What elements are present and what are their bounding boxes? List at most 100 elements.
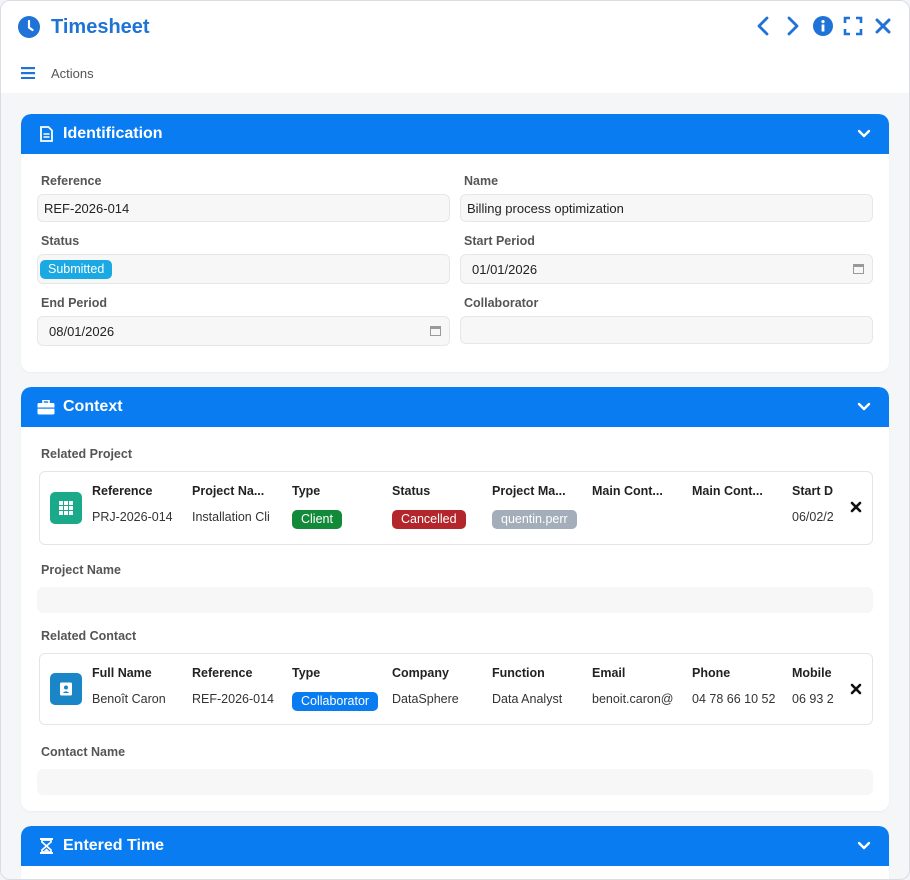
contact-col-full-name: Full Name Benoît Caron bbox=[92, 666, 192, 712]
chevron-down-icon[interactable] bbox=[857, 400, 871, 414]
contact-col-type: Type Collaborator bbox=[292, 666, 392, 712]
project-reference-value: PRJ-2026-014 bbox=[92, 510, 173, 524]
project-header-start: Start D bbox=[792, 484, 833, 498]
contact-function-value: Data Analyst bbox=[492, 692, 563, 706]
project-col-manager: Project Ma... quentin.perr bbox=[492, 484, 592, 530]
menu-icon[interactable] bbox=[21, 67, 35, 79]
project-col-start: Start D 06/02/2 bbox=[792, 484, 836, 530]
contact-header-mobile: Mobile bbox=[792, 666, 832, 680]
contact-col-reference: Reference REF-2026-014 bbox=[192, 666, 292, 712]
entered-time-header[interactable]: Entered Time bbox=[21, 826, 889, 866]
close-icon bbox=[875, 18, 891, 34]
project-name-label: Project Name bbox=[41, 563, 121, 577]
expand-icon bbox=[843, 16, 863, 36]
contact-full-name-value: Benoît Caron bbox=[92, 692, 166, 706]
reference-field: Reference REF-2026-014 bbox=[37, 172, 450, 222]
collaborator-label: Collaborator bbox=[464, 296, 539, 310]
collaborator-field: Collaborator bbox=[460, 294, 873, 346]
chevron-down-icon[interactable] bbox=[857, 127, 871, 141]
project-name-value: Installation Cli bbox=[192, 510, 270, 524]
contact-col-function: Function Data Analyst bbox=[492, 666, 592, 712]
contact-columns: Full Name Benoît Caron Reference REF-202… bbox=[92, 666, 836, 712]
start-period-value: 01/01/2026 bbox=[472, 261, 538, 277]
contact-col-phone: Phone 04 78 66 10 52 bbox=[692, 666, 792, 712]
contact-header-reference: Reference bbox=[192, 666, 253, 680]
chevron-right-icon bbox=[787, 16, 799, 36]
contact-name-label: Contact Name bbox=[41, 745, 126, 759]
contact-mobile-value: 06 93 2 bbox=[792, 692, 834, 706]
collaborator-input[interactable] bbox=[460, 316, 873, 344]
contact-type-badge: Collaborator bbox=[292, 692, 378, 711]
calendar-icon[interactable] bbox=[430, 325, 441, 336]
close-icon[interactable] bbox=[850, 683, 862, 695]
project-col-main-contact-1: Main Cont... bbox=[592, 484, 692, 530]
related-project-label: Related Project bbox=[41, 447, 133, 461]
start-period-label: Start Period bbox=[464, 234, 535, 248]
project-header-main-contact-2: Main Cont... bbox=[692, 484, 763, 498]
close-icon[interactable] bbox=[850, 501, 862, 513]
actions-bar[interactable]: Actions bbox=[1, 53, 909, 93]
reference-label: Reference bbox=[41, 174, 102, 188]
end-period-field: End Period 08/01/2026 bbox=[37, 294, 450, 346]
project-header-status: Status bbox=[392, 484, 431, 498]
document-icon bbox=[37, 125, 55, 143]
hourglass-icon bbox=[37, 837, 55, 855]
calendar-icon[interactable] bbox=[853, 263, 864, 274]
name-label: Name bbox=[464, 174, 499, 188]
contact-card-icon bbox=[50, 673, 82, 705]
contact-company-value: DataSphere bbox=[392, 692, 459, 706]
status-select[interactable]: Submitted bbox=[37, 254, 450, 284]
contact-name-input[interactable] bbox=[37, 769, 873, 795]
entered-time-body bbox=[21, 866, 889, 879]
entered-time-title: Entered Time bbox=[63, 837, 165, 854]
start-period-input[interactable]: 01/01/2026 bbox=[460, 254, 873, 284]
status-field: Status Submitted bbox=[37, 232, 450, 284]
actions-menu-label[interactable]: Actions bbox=[51, 66, 94, 81]
end-period-input[interactable]: 08/01/2026 bbox=[37, 316, 450, 346]
expand-button[interactable] bbox=[843, 15, 863, 37]
reference-input[interactable]: REF-2026-014 bbox=[37, 194, 450, 222]
contact-phone-value: 04 78 66 10 52 bbox=[692, 692, 776, 706]
next-button[interactable] bbox=[783, 15, 803, 37]
info-button[interactable] bbox=[813, 15, 833, 37]
project-col-name: Project Na... Installation Cli bbox=[192, 484, 292, 530]
chevron-down-icon[interactable] bbox=[857, 839, 871, 853]
context-body: Related Project Reference PRJ-2026-014 P… bbox=[21, 427, 889, 795]
project-col-reference: Reference PRJ-2026-014 bbox=[92, 484, 192, 530]
contact-email-value: benoit.caron@ bbox=[592, 692, 674, 706]
title-bar: Timesheet bbox=[1, 1, 909, 53]
contact-col-mobile: Mobile 06 93 2 bbox=[792, 666, 836, 712]
project-header-manager: Project Ma... bbox=[492, 484, 566, 498]
main-content: Identification Reference REF-2026-014 Na… bbox=[1, 93, 909, 879]
grid-icon bbox=[50, 492, 82, 524]
start-period-field: Start Period 01/01/2026 bbox=[460, 232, 873, 284]
project-header-reference: Reference bbox=[92, 484, 153, 498]
status-badge: Submitted bbox=[40, 259, 113, 279]
info-icon bbox=[813, 16, 833, 36]
close-button[interactable] bbox=[873, 15, 893, 37]
page-title: Timesheet bbox=[51, 15, 150, 38]
name-input[interactable]: Billing process optimization bbox=[460, 194, 873, 222]
previous-button[interactable] bbox=[753, 15, 773, 37]
project-type-badge: Client bbox=[292, 510, 342, 529]
name-field: Name Billing process optimization bbox=[460, 172, 873, 222]
related-project-card[interactable]: Reference PRJ-2026-014 Project Na... Ins… bbox=[39, 471, 873, 545]
end-period-label: End Period bbox=[41, 296, 107, 310]
context-header[interactable]: Context bbox=[21, 387, 889, 427]
related-contact-card[interactable]: Full Name Benoît Caron Reference REF-202… bbox=[39, 653, 873, 725]
project-name-input[interactable] bbox=[37, 587, 873, 613]
related-contact-label: Related Contact bbox=[41, 629, 137, 643]
project-start-value: 06/02/2 bbox=[792, 510, 834, 524]
context-title: Context bbox=[63, 398, 123, 415]
contact-header-company: Company bbox=[392, 666, 449, 680]
project-header-name: Project Na... bbox=[192, 484, 265, 498]
project-col-main-contact-2: Main Cont... bbox=[692, 484, 792, 530]
project-main-contact-1-value bbox=[592, 510, 692, 530]
project-columns: Reference PRJ-2026-014 Project Na... Ins… bbox=[92, 484, 836, 530]
identification-header[interactable]: Identification bbox=[21, 114, 889, 154]
contact-header-type: Type bbox=[292, 666, 321, 680]
contact-col-email: Email benoit.caron@ bbox=[592, 666, 692, 712]
project-col-type: Type Client bbox=[292, 484, 392, 530]
contact-col-company: Company DataSphere bbox=[392, 666, 492, 712]
project-manager-badge: quentin.perr bbox=[492, 510, 577, 529]
